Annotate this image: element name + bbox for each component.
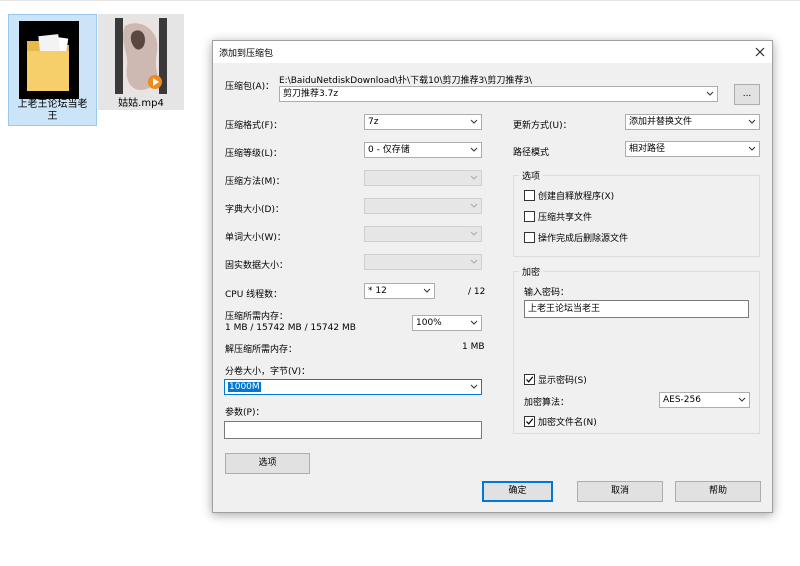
ok-button[interactable]: 确定 xyxy=(482,481,553,502)
mem-decompress-label: 解压缩所需内存： xyxy=(225,345,298,355)
params-label: 参数(P)： xyxy=(225,408,265,418)
cpu-label: CPU 线程数： xyxy=(225,290,283,300)
checkbox-box[interactable] xyxy=(524,232,535,243)
chevron-down-icon xyxy=(467,316,481,330)
password-label: 输入密码： xyxy=(524,288,570,298)
chevron-down-icon[interactable] xyxy=(703,87,717,101)
word-label: 单词大小(W)： xyxy=(225,233,286,243)
format-combo[interactable]: 7z xyxy=(364,114,482,130)
volume-label: 分卷大小，字节(V)： xyxy=(225,367,311,377)
delete-source-checkbox[interactable]: 操作完成后删除源文件 xyxy=(524,232,628,245)
word-combo[interactable] xyxy=(364,226,482,242)
options-group: 选项 创建自释放程序(X) 压缩共享文件 操作完成后删除源文件 xyxy=(513,169,760,257)
password-input[interactable]: 上老王论坛当老王 xyxy=(524,300,749,318)
archive-name-value: 剪刀推荐3.7z xyxy=(283,89,339,99)
update-label: 更新方式(U)： xyxy=(513,121,572,131)
folder-label-line2: 王 xyxy=(47,111,58,122)
add-to-archive-dialog: 添加到压缩包 压缩包(A)： E:\BaiduNetdiskDownload\扑… xyxy=(212,40,773,513)
chevron-down-icon xyxy=(467,227,481,241)
window-top-border xyxy=(0,0,800,1)
volume-combo[interactable]: 1000M xyxy=(224,379,482,395)
encrypt-names-checkbox[interactable]: 加密文件名(N) xyxy=(524,416,597,429)
cpu-combo[interactable]: * 12 xyxy=(364,283,435,299)
chevron-down-icon xyxy=(467,171,481,185)
chevron-down-icon xyxy=(745,142,759,156)
chevron-down-icon xyxy=(467,255,481,269)
solid-label: 固实数据大小： xyxy=(225,261,289,271)
checkbox-box[interactable] xyxy=(524,374,535,385)
folder-label-line1: 上老王论坛当老 xyxy=(17,99,88,110)
method-label: 压缩方法(M)： xyxy=(225,177,285,187)
format-label: 压缩格式(F)： xyxy=(225,121,283,131)
browse-button[interactable]: ... xyxy=(734,84,760,105)
chevron-down-icon xyxy=(735,393,749,407)
mem-compress-label: 压缩所需内存： xyxy=(225,312,289,322)
checkbox-box[interactable] xyxy=(524,190,535,201)
chevron-down-icon xyxy=(467,115,481,129)
mem-percent-combo[interactable]: 100% xyxy=(412,315,482,331)
show-password-checkbox[interactable]: 显示密码(S) xyxy=(524,374,587,387)
encryption-method-label: 加密算法： xyxy=(524,398,570,408)
chevron-down-icon xyxy=(420,284,434,298)
folder-item[interactable]: 上老王论坛当老 王 xyxy=(8,14,97,126)
checkbox-box[interactable] xyxy=(524,211,535,222)
method-combo[interactable] xyxy=(364,170,482,186)
level-label: 压缩等级(L)： xyxy=(225,149,283,159)
options-group-title: 选项 xyxy=(519,169,544,182)
encryption-method-combo[interactable]: AES-256 xyxy=(659,392,750,408)
close-icon[interactable] xyxy=(750,42,770,62)
params-input[interactable] xyxy=(224,421,482,439)
update-combo[interactable]: 添加并替换文件 xyxy=(625,114,760,130)
archive-label: 压缩包(A)： xyxy=(225,82,275,92)
folder-icon xyxy=(19,21,79,99)
dict-combo[interactable] xyxy=(364,198,482,214)
help-button[interactable]: 帮助 xyxy=(675,481,761,502)
chevron-down-icon xyxy=(467,143,481,157)
solid-combo[interactable] xyxy=(364,254,482,270)
dialog-titlebar[interactable]: 添加到压缩包 xyxy=(213,41,772,63)
volume-value: 1000M xyxy=(228,382,261,392)
sfx-checkbox[interactable]: 创建自释放程序(X) xyxy=(524,190,614,203)
shared-checkbox[interactable]: 压缩共享文件 xyxy=(524,211,592,224)
cpu-max: / 12 xyxy=(468,287,486,297)
encryption-group: 加密 输入密码： 上老王论坛当老王 显示密码(S) 加密算法： AES-256 … xyxy=(513,265,760,434)
archive-path: E:\BaiduNetdiskDownload\扑\下载10\剪刀推荐3\剪刀推… xyxy=(279,76,533,86)
encryption-group-title: 加密 xyxy=(519,265,544,278)
path-mode-label: 路径模式 xyxy=(513,148,550,158)
cancel-button[interactable]: 取消 xyxy=(577,481,663,502)
archive-name-combo[interactable]: 剪刀推荐3.7z xyxy=(279,86,718,102)
dialog-title: 添加到压缩包 xyxy=(219,49,274,59)
mem-compress-detail: 1 MB / 15742 MB / 15742 MB xyxy=(225,323,356,333)
video-item[interactable]: 姑姑.mp4 xyxy=(98,14,184,110)
chevron-down-icon[interactable] xyxy=(467,380,481,394)
video-thumbnail-icon xyxy=(115,18,167,94)
options-button[interactable]: 选项 xyxy=(225,453,310,474)
video-label: 姑姑.mp4 xyxy=(118,98,164,109)
chevron-down-icon xyxy=(745,115,759,129)
checkbox-box[interactable] xyxy=(524,416,535,427)
mem-decompress-value: 1 MB xyxy=(462,342,485,352)
dict-label: 字典大小(D)： xyxy=(225,205,284,215)
level-combo[interactable]: 0 - 仅存储 xyxy=(364,142,482,158)
chevron-down-icon xyxy=(467,199,481,213)
path-mode-combo[interactable]: 相对路径 xyxy=(625,141,760,157)
